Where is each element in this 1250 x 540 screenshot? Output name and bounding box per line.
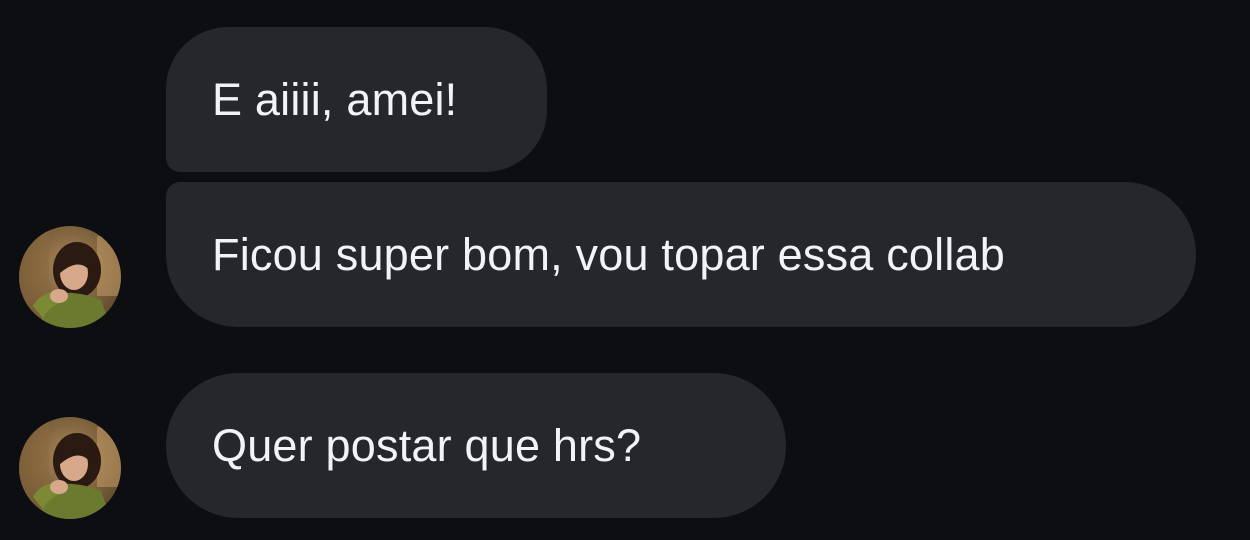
message-bubble[interactable]: Quer postar que hrs? [166,373,786,518]
message-text: E aiiii, amei! [212,74,458,125]
avatar[interactable] [19,417,121,519]
profile-photo-icon [19,417,121,519]
message-text: Quer postar que hrs? [212,420,642,471]
avatar[interactable] [19,226,121,328]
message-bubble[interactable]: E aiiii, amei! [166,27,547,172]
message-text: Ficou super bom, vou topar essa collab [212,229,1006,280]
profile-photo-icon [19,226,121,328]
message-bubble[interactable]: Ficou super bom, vou topar essa collab [166,182,1196,327]
